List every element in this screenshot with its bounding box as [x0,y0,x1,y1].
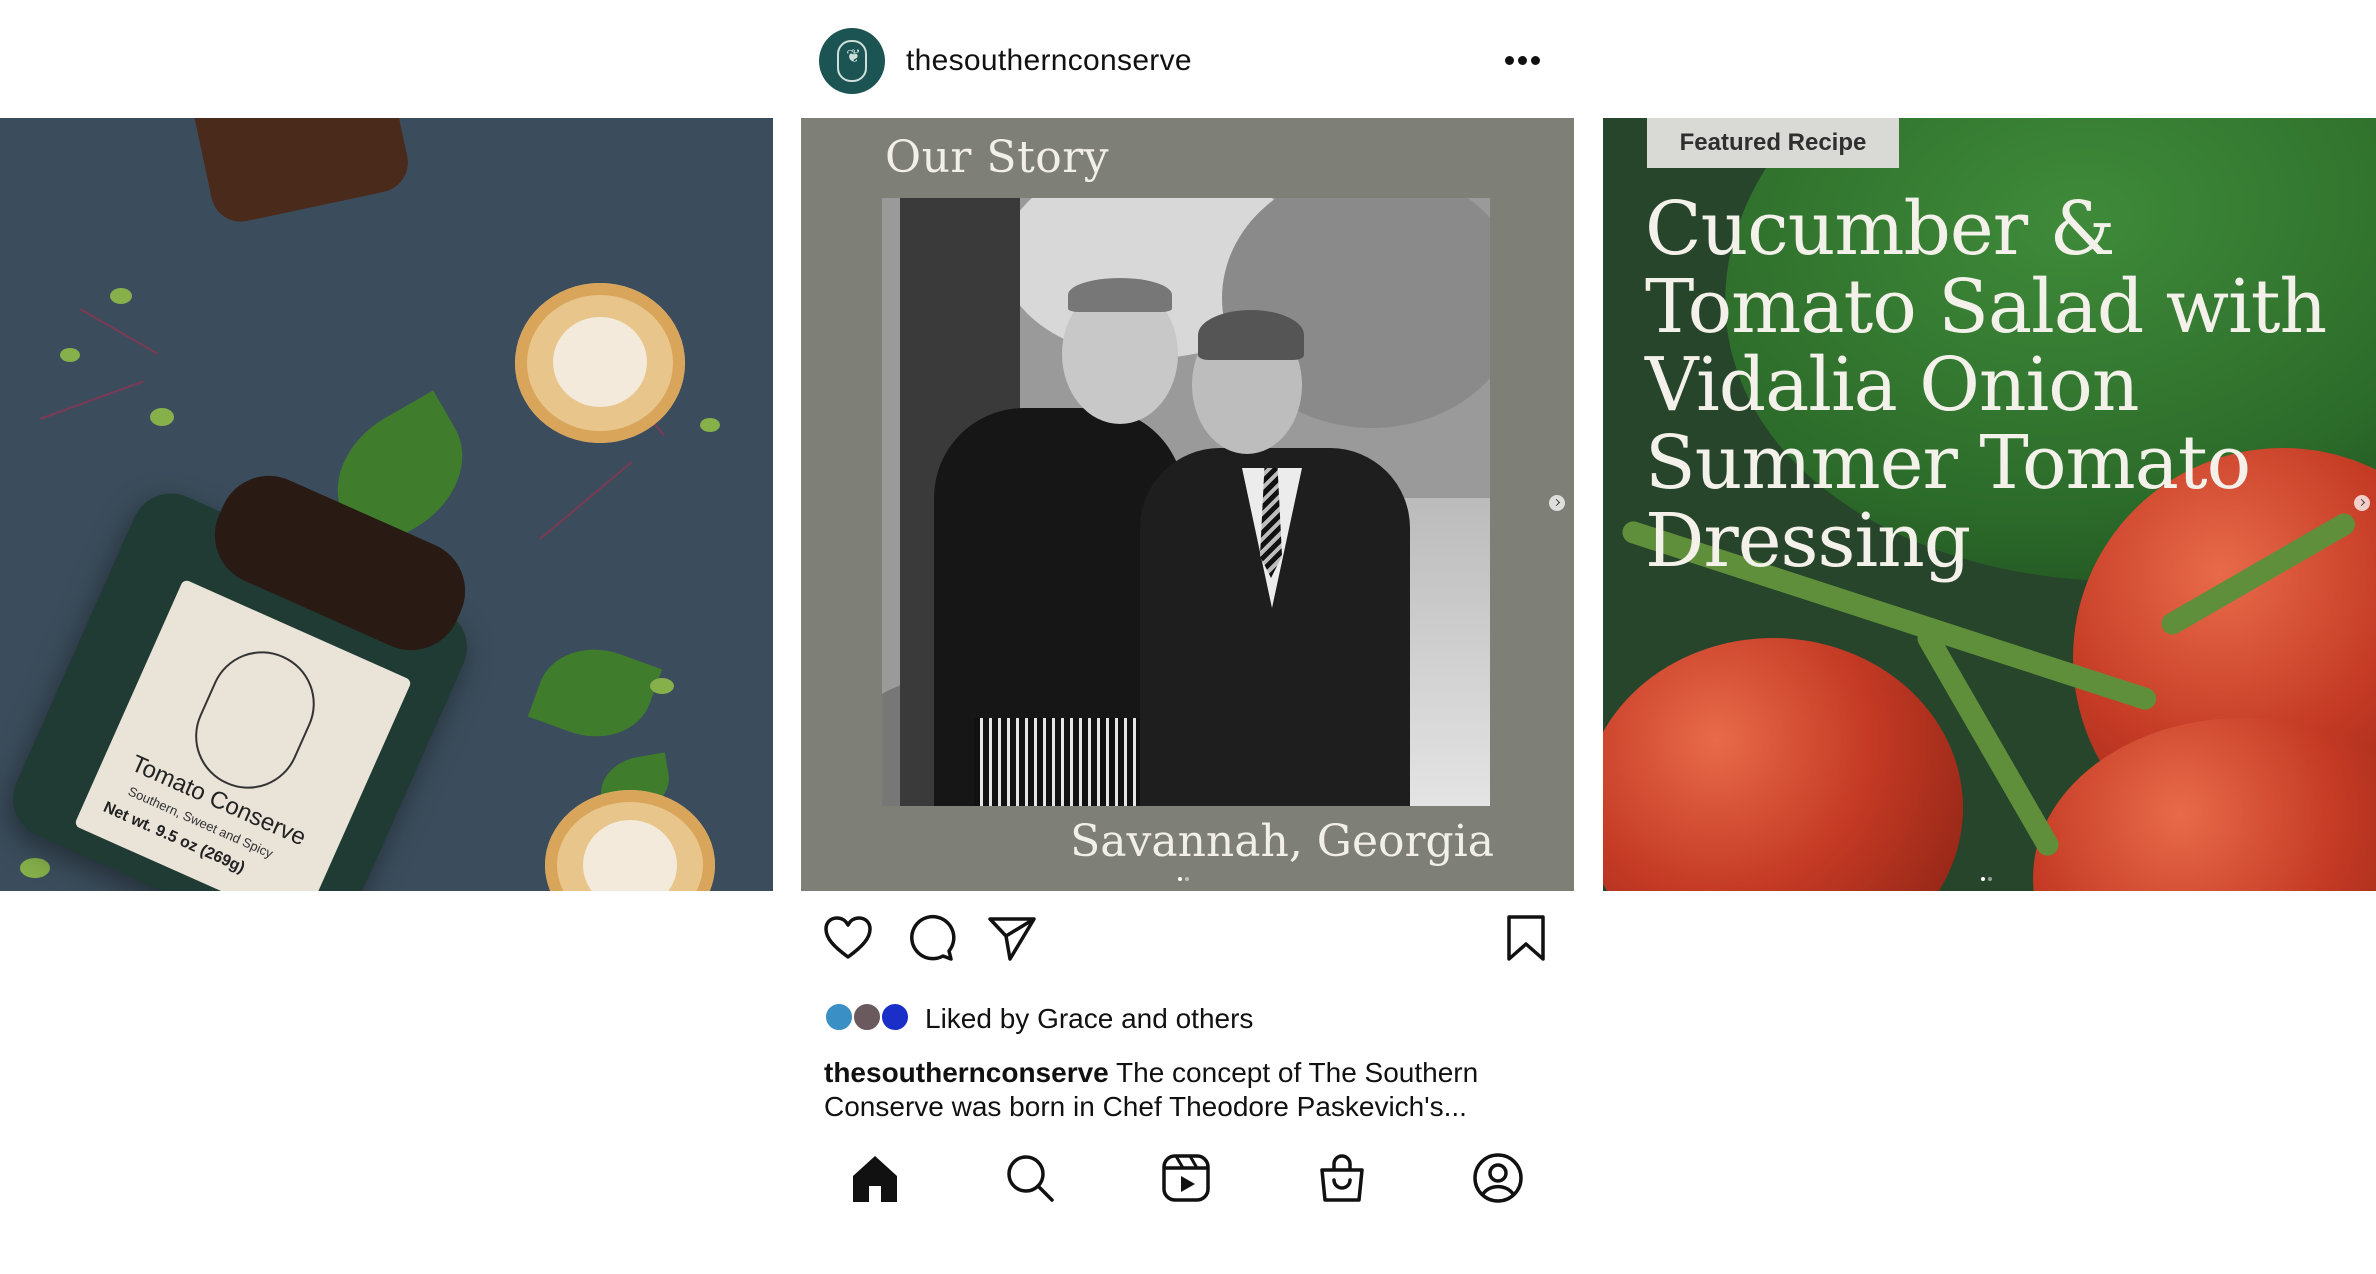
post-caption: thesouthernconserve The concept of The S… [824,1056,1554,1124]
microgreen-stem [39,380,144,420]
microgreen [60,348,80,362]
liked-by-text[interactable]: Liked by Grace and others [925,1003,1253,1035]
shop-icon[interactable] [1312,1148,1372,1208]
microgreen [650,678,674,694]
location-text: Savannah, Georgia [1070,816,1494,867]
carousel-dots [1981,877,1992,881]
tart-shell [545,790,715,891]
microgreen [110,288,132,304]
carousel-next-image[interactable]: Featured Recipe Cucumber & Tomato Salad … [1603,118,2376,891]
tomato [2033,718,2376,891]
liker-avatar [880,1002,910,1032]
more-options-icon[interactable] [1501,44,1545,76]
liker-avatar [824,1002,854,1032]
bottom-nav [801,1140,1573,1220]
reels-icon[interactable] [1156,1148,1216,1208]
microgreen [20,858,50,878]
carousel-next-icon[interactable] [2354,495,2370,511]
profile-icon[interactable] [1468,1148,1528,1208]
recipe-title: Cucumber & Tomato Salad with Vidalia Oni… [1645,186,2327,584]
home-icon[interactable] [845,1148,905,1208]
post-header: ❦ thesouthernconserve [801,0,1573,118]
carousel-prev-image[interactable]: Tomato Conserve Southern, Sweet and Spic… [0,118,773,891]
founders-photo [882,198,1490,806]
liker-avatar [852,1002,882,1032]
microgreen-stem [539,461,633,540]
caption-username[interactable]: thesouthernconserve [824,1057,1109,1088]
brand-sprig-icon: ❦ [846,46,862,67]
garden-path [1402,498,1490,806]
jar-partial [186,118,414,228]
tomato [1603,638,1963,891]
chef-hair [1068,278,1172,312]
suited-hair [1198,310,1304,360]
bookmark-icon[interactable] [1499,911,1553,965]
microgreen-stem [79,308,159,355]
search-icon[interactable] [1000,1148,1060,1208]
story-title: Our Story [885,132,1110,183]
post-action-bar [801,891,1573,981]
featured-recipe-badge: Featured Recipe [1647,118,1899,168]
carousel-dots [1178,877,1189,881]
likes-summary[interactable]: Liked by Grace and others [824,998,1524,1038]
carousel-next-icon[interactable] [1549,495,1565,511]
microgreen [700,418,720,432]
carousel-current-image[interactable]: Our Story Savannah, Georgia [801,118,1574,891]
username[interactable]: thesouthernconserve [906,44,1192,78]
send-icon[interactable] [985,911,1039,965]
tart-shell [515,283,685,443]
basil-leaf [527,631,663,755]
microgreen [150,408,174,426]
profile-avatar[interactable]: ❦ [819,28,885,94]
heart-icon[interactable] [821,911,875,965]
comment-icon[interactable] [903,911,957,965]
